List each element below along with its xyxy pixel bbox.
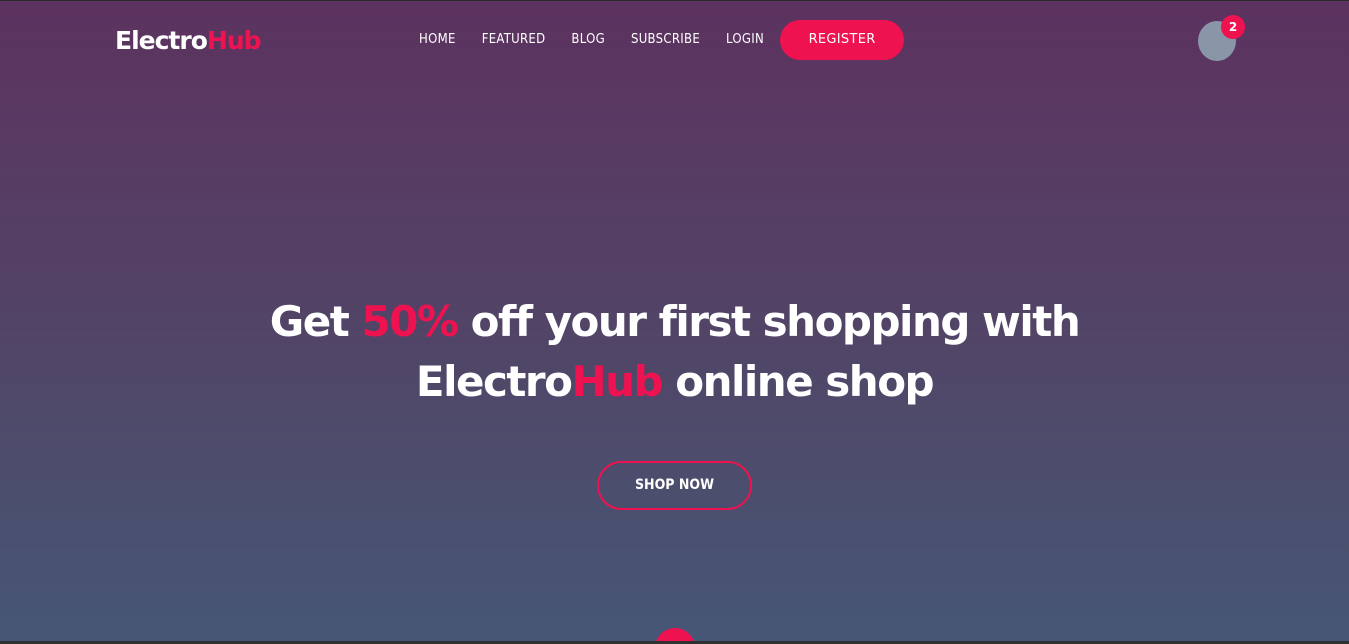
hero-section: Get 50% off your first shopping with Ele… bbox=[0, 292, 1349, 412]
shop-now-button[interactable]: SHOP NOW bbox=[597, 461, 752, 510]
hero-headline: Get 50% off your first shopping with Ele… bbox=[0, 292, 1349, 412]
nav-item-blog[interactable]: BLOG bbox=[571, 20, 605, 60]
hero-brand-part2: Hub bbox=[571, 357, 664, 406]
nav-item-featured[interactable]: FEATURED bbox=[482, 20, 546, 60]
brand-name-part1: Electro bbox=[115, 26, 208, 55]
hero-discount: 50% bbox=[361, 297, 459, 346]
hero-brand-part1: Electro bbox=[415, 357, 573, 406]
nav-item-home[interactable]: HOME bbox=[419, 20, 456, 60]
nav-item-login[interactable]: LOGIN bbox=[726, 20, 764, 60]
hero-line2-post: online shop bbox=[662, 357, 934, 406]
main-nav: HOME FEATURED BLOG SUBSCRIBE LOGIN REGIS… bbox=[419, 20, 905, 60]
register-button[interactable]: REGISTER bbox=[780, 20, 905, 60]
brand-name-part2: Hub bbox=[206, 26, 262, 55]
cart-count-badge: 2 bbox=[1221, 15, 1245, 39]
brand-logo[interactable]: ElectroHub bbox=[115, 26, 262, 56]
hero-line1-pre: Get bbox=[269, 297, 362, 346]
hero-line1-post: off your first shopping with bbox=[457, 297, 1081, 346]
site-header: ElectroHub HOME FEATURED BLOG SUBSCRIBE … bbox=[0, 0, 1349, 84]
nav-item-subscribe[interactable]: SUBSCRIBE bbox=[631, 20, 700, 60]
